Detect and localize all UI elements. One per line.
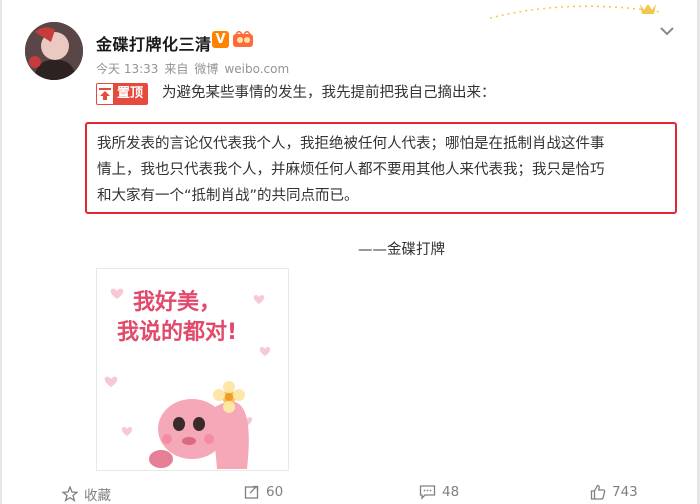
- thumb-up-icon: [590, 484, 606, 500]
- like-count: 743: [612, 484, 638, 500]
- avatar-image: [25, 22, 83, 80]
- fan-badge-icon: [233, 31, 253, 47]
- source-app: 微博: [194, 62, 219, 76]
- repost-button[interactable]: 60: [244, 484, 283, 500]
- favorite-label: 收藏: [84, 488, 111, 504]
- chevron-down-icon[interactable]: [656, 22, 678, 40]
- star-icon: [62, 486, 78, 502]
- post-action-bar: 收藏 60 48 743: [0, 482, 700, 504]
- statement-line: 情上，我也只代表我个人，并麻烦任何人都不要用其他人来代表我；我只是恰巧: [97, 162, 605, 178]
- source-url: weibo.com: [224, 62, 290, 76]
- author-name[interactable]: 金碟打牌化三清: [96, 31, 212, 55]
- repost-count: 60: [266, 484, 284, 500]
- comment-button[interactable]: 48: [419, 484, 459, 500]
- sticker-caption-line2: 我说的都对!: [117, 319, 237, 345]
- pinned-badge: 置顶: [96, 83, 149, 105]
- repost-icon: [244, 485, 259, 499]
- pin-icon: [97, 85, 113, 103]
- statement-line: 我所发表的言论仅代表我个人，我拒绝被任何人代表；哪怕是在抵制肖战这件事: [97, 136, 605, 152]
- avatar[interactable]: [25, 22, 83, 80]
- favorite-button[interactable]: 收藏: [62, 484, 111, 504]
- like-button[interactable]: 743: [590, 484, 638, 500]
- vip-badge-icon: V: [212, 31, 229, 48]
- post-intro-text: 为避免某些事情的发生，我先提前把我自己摘出来：: [162, 85, 496, 101]
- post-meta: 今天 13:33 来自 微博 weibo.com: [96, 60, 295, 77]
- sticker-caption-line1: 我好美，: [133, 289, 221, 315]
- sticker-illustration: 我好美， 我说的都对!: [97, 269, 288, 470]
- sticker-image[interactable]: 我好美， 我说的都对!: [96, 268, 289, 471]
- comment-icon: [419, 485, 436, 500]
- comment-count: 48: [442, 484, 460, 500]
- statement-line: 和大家有一个“抵制肖战”的共同点而已。: [97, 188, 359, 204]
- statement-text: 我所发表的言论仅代表我个人，我拒绝被任何人代表；哪怕是在抵制肖战这件事 情上，我…: [97, 131, 667, 209]
- pinned-label: 置顶: [113, 84, 148, 104]
- highlighted-statement: 我所发表的言论仅代表我个人，我拒绝被任何人代表；哪怕是在抵制肖战这件事 情上，我…: [85, 122, 677, 214]
- source-prefix: 来自: [164, 62, 189, 76]
- post-signature: ——金碟打牌: [358, 242, 445, 258]
- window-border-left: [0, 0, 2, 504]
- card-decoration-icon: [490, 4, 660, 19]
- post-timestamp[interactable]: 今天 13:33: [96, 62, 158, 76]
